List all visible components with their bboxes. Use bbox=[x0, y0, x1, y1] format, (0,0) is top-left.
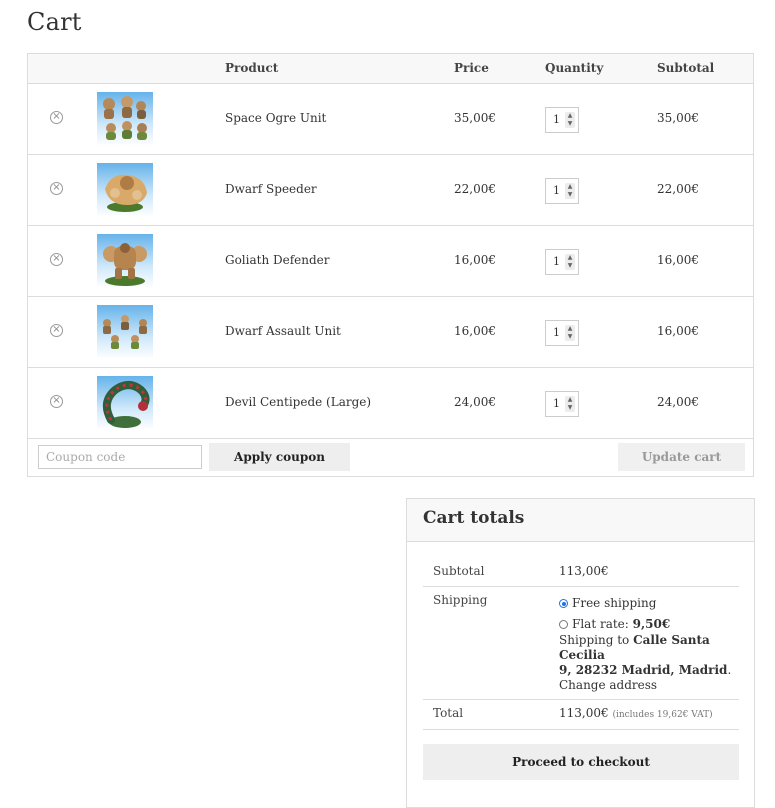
cart-row: × Space Ogre Unit 35,00€ 1 ▲ ▼ 35,00€ bbox=[28, 84, 753, 155]
shipping-option-flat[interactable]: Flat rate: 9,50€ bbox=[559, 617, 670, 631]
total-tax-note: (includes 19,62€ VAT) bbox=[612, 710, 713, 720]
product-price: 24,00€ bbox=[454, 395, 496, 409]
product-name-link[interactable]: Space Ogre Unit bbox=[225, 111, 326, 125]
remove-item-icon[interactable]: × bbox=[50, 182, 63, 195]
subtotal-value: 113,00€ bbox=[559, 564, 609, 578]
cart-row: × Devil Centipede (Large) 24,00€ 1 ▲ ▼ 24… bbox=[28, 368, 753, 439]
cart-table: Product Price Quantity Subtotal × Space … bbox=[27, 53, 754, 477]
quantity-value[interactable]: 1 bbox=[553, 397, 560, 410]
product-thumbnail[interactable] bbox=[97, 305, 153, 359]
product-subtotal: 16,00€ bbox=[657, 253, 699, 267]
quantity-value[interactable]: 1 bbox=[553, 326, 560, 339]
free-shipping-label: Free shipping bbox=[572, 596, 657, 610]
flat-rate-label: Flat rate: bbox=[572, 617, 629, 631]
product-name-link[interactable]: Dwarf Speeder bbox=[225, 182, 317, 196]
quantity-value[interactable]: 1 bbox=[553, 113, 560, 126]
remove-item-icon[interactable]: × bbox=[50, 111, 63, 124]
quantity-stepper[interactable]: 1 ▲ ▼ bbox=[545, 178, 579, 204]
cart-totals-panel: Cart totals Subtotal 113,00€ Shipping Fr… bbox=[406, 498, 755, 808]
product-thumbnail[interactable] bbox=[97, 163, 153, 217]
product-price: 22,00€ bbox=[454, 182, 496, 196]
quantity-value[interactable]: 1 bbox=[553, 255, 560, 268]
apply-coupon-button[interactable]: Apply coupon bbox=[209, 443, 350, 471]
cart-row: × Goliath Defender 16,00€ 1 ▲ ▼ 16,00€ bbox=[28, 226, 753, 297]
address-suffix: . bbox=[727, 663, 732, 677]
radio-unchecked-icon[interactable] bbox=[559, 620, 568, 629]
total-value-group: 113,00€ (includes 19,62€ VAT) bbox=[559, 706, 713, 720]
change-address-link[interactable]: Change address bbox=[559, 678, 657, 692]
header-subtotal: Subtotal bbox=[657, 61, 715, 75]
product-price: 35,00€ bbox=[454, 111, 496, 125]
header-quantity: Quantity bbox=[545, 61, 604, 75]
shipping-option-free[interactable]: Free shipping bbox=[559, 596, 656, 610]
cart-table-header: Product Price Quantity Subtotal bbox=[28, 54, 753, 84]
shipping-to-prefix: Shipping to bbox=[559, 633, 630, 647]
product-thumbnail[interactable] bbox=[97, 234, 153, 288]
quantity-stepper[interactable]: 1 ▲ ▼ bbox=[545, 107, 579, 133]
cart-totals-title: Cart totals bbox=[423, 508, 525, 528]
divider bbox=[423, 699, 739, 700]
cart-actions: Apply coupon Update cart bbox=[28, 436, 753, 478]
product-subtotal: 24,00€ bbox=[657, 395, 699, 409]
remove-item-icon[interactable]: × bbox=[50, 324, 63, 337]
cart-totals-header: Cart totals bbox=[407, 499, 754, 542]
product-subtotal: 16,00€ bbox=[657, 324, 699, 338]
quantity-stepper[interactable]: 1 ▲ ▼ bbox=[545, 320, 579, 346]
radio-checked-icon[interactable] bbox=[559, 599, 568, 608]
header-product: Product bbox=[225, 61, 279, 75]
page-title: Cart bbox=[27, 8, 82, 36]
product-price: 16,00€ bbox=[454, 324, 496, 338]
product-name-link[interactable]: Goliath Defender bbox=[225, 253, 330, 267]
product-subtotal: 35,00€ bbox=[657, 111, 699, 125]
header-price: Price bbox=[454, 61, 489, 75]
cart-row: × Dwarf Speeder 22,00€ 1 ▲ ▼ 22,00€ bbox=[28, 155, 753, 226]
quantity-stepper[interactable]: 1 ▲ ▼ bbox=[545, 391, 579, 417]
product-name-link[interactable]: Dwarf Assault Unit bbox=[225, 324, 341, 338]
quantity-spinner-icon[interactable]: ▲ ▼ bbox=[565, 325, 575, 341]
total-label: Total bbox=[433, 706, 464, 720]
quantity-spinner-icon[interactable]: ▲ ▼ bbox=[565, 254, 575, 270]
quantity-spinner-icon[interactable]: ▲ ▼ bbox=[565, 183, 575, 199]
subtotal-label: Subtotal bbox=[433, 564, 485, 578]
cart-row: × Dwarf Assault Unit 16,00€ 1 ▲ ▼ 16,00€ bbox=[28, 297, 753, 368]
divider bbox=[423, 729, 739, 730]
quantity-stepper[interactable]: 1 ▲ ▼ bbox=[545, 249, 579, 275]
product-name-link[interactable]: Devil Centipede (Large) bbox=[225, 395, 371, 409]
quantity-spinner-icon[interactable]: ▲ ▼ bbox=[565, 112, 575, 128]
update-cart-button[interactable]: Update cart bbox=[618, 443, 745, 471]
coupon-code-input[interactable] bbox=[38, 445, 202, 469]
product-price: 16,00€ bbox=[454, 253, 496, 267]
shipping-label: Shipping bbox=[433, 593, 488, 607]
quantity-value[interactable]: 1 bbox=[553, 184, 560, 197]
product-subtotal: 22,00€ bbox=[657, 182, 699, 196]
flat-rate-value: 9,50€ bbox=[632, 617, 671, 631]
quantity-spinner-icon[interactable]: ▲ ▼ bbox=[565, 396, 575, 412]
divider bbox=[423, 586, 739, 587]
product-thumbnail[interactable] bbox=[97, 376, 153, 430]
proceed-to-checkout-button[interactable]: Proceed to checkout bbox=[423, 744, 739, 780]
remove-item-icon[interactable]: × bbox=[50, 253, 63, 266]
address-line-2: 9, 28232 Madrid, Madrid bbox=[559, 663, 728, 677]
product-thumbnail[interactable] bbox=[97, 92, 153, 146]
shipping-destination: Shipping to Calle Santa Cecilia 9, 28232… bbox=[559, 633, 734, 678]
total-value: 113,00€ bbox=[559, 706, 609, 720]
remove-item-icon[interactable]: × bbox=[50, 395, 63, 408]
